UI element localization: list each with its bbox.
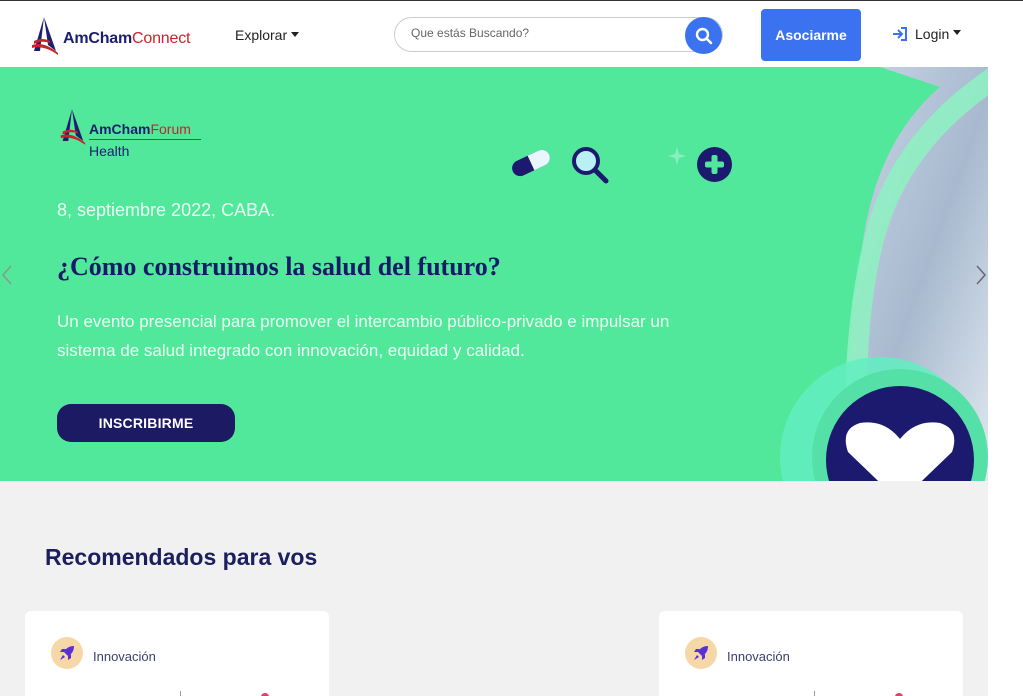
logo-text: AmChamConnect — [63, 30, 190, 48]
recommended-card[interactable]: Innovación — [25, 611, 329, 696]
hero-decoration — [780, 67, 988, 481]
top-navbar: AmChamConnect Explorar Asociarme Login — [0, 0, 1023, 67]
plus-circle-icon — [697, 147, 732, 182]
sign-in-icon — [893, 27, 907, 41]
login-dropdown[interactable]: Login — [892, 26, 962, 42]
recommended-title-rest: para vos — [216, 544, 318, 570]
forum-logo-forum: Forum — [150, 121, 191, 137]
card-divider — [814, 691, 815, 696]
page: AmChamConnect Explorar Asociarme Login — [0, 0, 1023, 696]
search-bar — [394, 17, 723, 54]
search-button[interactable] — [685, 17, 722, 54]
category-badge — [51, 637, 83, 669]
explore-dropdown[interactable]: Explorar — [235, 27, 300, 43]
search-icon — [695, 27, 712, 44]
register-button[interactable]: INSCRIBIRME — [57, 404, 235, 442]
page-right-gutter — [988, 67, 1023, 696]
hero-description: Un evento presencial para promover el in… — [57, 312, 670, 360]
forum-logo-divider — [89, 139, 201, 140]
recommended-card[interactable]: Innovación — [659, 611, 963, 696]
card-category: Innovación — [727, 649, 790, 664]
card-divider — [180, 691, 181, 696]
caret-down-icon — [953, 29, 962, 35]
logo-text-amcham: AmCham — [63, 30, 133, 47]
card-category: Innovación — [93, 649, 156, 664]
amcham-logo-icon — [32, 17, 58, 55]
pill-icon — [512, 149, 550, 177]
amcham-connect-logo[interactable]: AmChamConnect — [28, 15, 190, 55]
hero-headline: ¿Cómo construimos la salud del futuro? — [57, 252, 501, 281]
rocket-icon — [694, 646, 708, 660]
caret-down-icon — [291, 31, 300, 37]
explore-label: Explorar — [235, 27, 288, 43]
recommended-title-bold: Recomendados — [45, 544, 217, 570]
hero-carousel: AmCham Forum Health 8, septiembre 2022, C… — [0, 67, 988, 481]
forum-logo-amcham: AmCham — [89, 121, 151, 137]
sparkle-icon — [668, 147, 686, 165]
rocket-icon — [60, 646, 74, 660]
logo-text-connect: Connect — [132, 30, 191, 47]
carousel-next-arrow-icon[interactable] — [974, 262, 988, 288]
amcham-forum-health-logo: AmCham Forum Health — [57, 107, 201, 159]
forum-logo-health: Health — [89, 143, 130, 159]
search-input[interactable] — [411, 26, 671, 40]
category-badge — [685, 637, 717, 669]
carousel-prev-arrow-icon[interactable] — [0, 262, 14, 288]
amcham-logo-icon — [60, 109, 86, 145]
magnifier-icon — [572, 147, 609, 184]
join-button[interactable]: Asociarme — [761, 9, 861, 61]
login-label: Login — [915, 26, 950, 42]
recommended-section: Recomendados para vos Innovación Innovac… — [0, 481, 988, 696]
recommended-title: Recomendados para vos — [45, 544, 317, 571]
event-date: 8, septiembre 2022, CABA. — [57, 200, 276, 220]
